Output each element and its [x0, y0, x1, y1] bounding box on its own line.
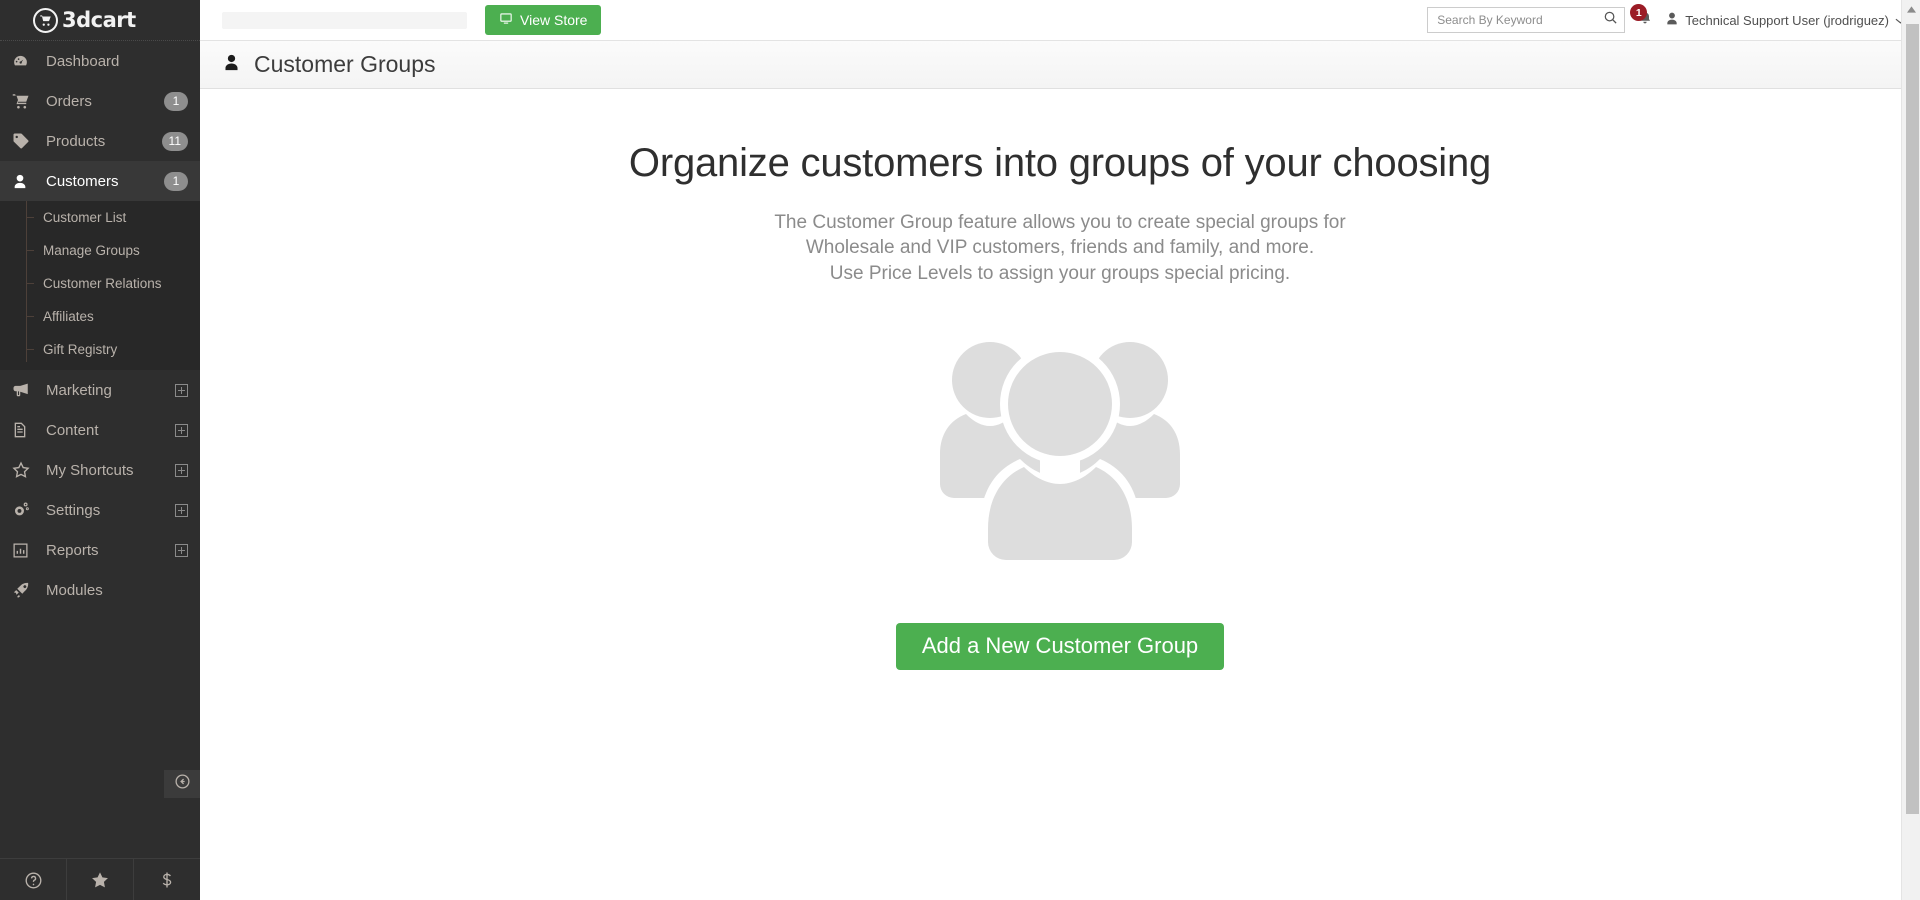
sidebar-badge-orders: 1 [164, 91, 188, 111]
bar-chart-icon [12, 542, 38, 559]
sidebar-item-label: Products [46, 132, 106, 150]
shopping-cart-icon [33, 7, 58, 33]
expand-plus-icon[interactable] [175, 503, 188, 517]
sidebar-subitem-label: Gift Registry [43, 342, 118, 357]
sidebar-badge-customers: 1 [164, 171, 188, 191]
cart-icon [12, 92, 38, 110]
hero-heading: Organize customers into groups of your c… [628, 141, 1492, 185]
help-circle-icon[interactable] [0, 859, 67, 900]
view-store-button[interactable]: View Store [485, 5, 602, 35]
sidebar-item-label: My Shortcuts [46, 461, 134, 479]
tag-icon [12, 132, 38, 150]
star-icon [12, 461, 38, 479]
search-icon[interactable] [1603, 10, 1618, 30]
sidebar-subitem-affiliates[interactable]: Affiliates [0, 300, 200, 333]
sidebar-item-customers[interactable]: Customers 1 [0, 161, 200, 201]
expand-plus-icon[interactable] [175, 463, 188, 477]
sidebar-footer [0, 858, 200, 900]
hero-description: The Customer Group feature allows you to… [774, 210, 1345, 286]
sidebar: 3dcart Dashboard Orders 1 Products 11 Cu… [0, 0, 200, 900]
brand-logo[interactable]: 3dcart [0, 0, 200, 41]
expand-plus-icon[interactable] [175, 543, 188, 557]
page-title-bar: Customer Groups [200, 41, 1920, 89]
hero-description-line-3: Use Price Levels to assign your groups s… [829, 262, 1291, 284]
sidebar-item-label: Reports [46, 541, 99, 559]
user-avatar-icon [1665, 11, 1679, 29]
hero-description-line-2: Wholesale and VIP customers, friends and… [805, 237, 1315, 259]
dollar-icon[interactable] [134, 859, 200, 900]
sidebar-badge-products: 11 [161, 131, 188, 151]
sidebar-subitem-manage-groups[interactable]: Manage Groups [0, 234, 200, 267]
user-name-label: Technical Support User (jrodriguez) [1685, 12, 1889, 28]
sidebar-item-products[interactable]: Products 11 [0, 121, 200, 161]
hero-description-line-1: The Customer Group feature allows you to… [774, 212, 1346, 233]
sidebar-item-orders[interactable]: Orders 1 [0, 81, 200, 121]
sidebar-subitem-customer-relations[interactable]: Customer Relations [0, 267, 200, 300]
scrollbar-thumb[interactable] [1906, 24, 1919, 814]
sidebar-item-my-shortcuts[interactable]: My Shortcuts [0, 450, 200, 490]
top-bar-right: 1 Technical Support User (jrodriguez) [1427, 4, 1906, 33]
rocket-icon [12, 581, 38, 599]
circle-arrow-left-icon [174, 773, 191, 795]
page-scrollbar[interactable] [1901, 0, 1920, 900]
user-icon [222, 52, 241, 78]
dashboard-icon [12, 53, 38, 70]
gears-icon [12, 501, 38, 519]
user-menu[interactable]: Technical Support User (jrodriguez) [1665, 11, 1906, 29]
top-bar: View Store 1 Technical Support User (jro [200, 0, 1920, 41]
main-region: View Store 1 Technical Support User (jro [200, 0, 1920, 900]
loading-placeholder-bar [222, 11, 467, 29]
sidebar-item-label: Modules [46, 581, 103, 599]
star-icon[interactable] [67, 859, 134, 900]
content-area: Organize customers into groups of your c… [200, 89, 1920, 900]
search-box[interactable] [1427, 7, 1626, 33]
add-new-customer-group-button[interactable]: Add a New Customer Group [895, 622, 1225, 670]
sidebar-subitem-label: Customer Relations [43, 276, 162, 291]
sidebar-item-label: Customers [46, 172, 119, 190]
sidebar-item-label: Dashboard [46, 52, 120, 70]
sidebar-item-settings[interactable]: Settings [0, 490, 200, 530]
sidebar-item-modules[interactable]: Modules [0, 570, 200, 610]
sidebar-item-content[interactable]: Content [0, 410, 200, 450]
user-icon [12, 173, 38, 190]
sidebar-item-dashboard[interactable]: Dashboard [0, 41, 200, 81]
expand-plus-icon[interactable] [175, 383, 188, 397]
sidebar-item-reports[interactable]: Reports [0, 530, 200, 570]
monitor-icon [499, 12, 513, 28]
sidebar-subitem-gift-registry[interactable]: Gift Registry [0, 333, 200, 366]
sidebar-item-label: Marketing [46, 381, 112, 399]
sidebar-subitem-label: Customer List [43, 210, 127, 225]
scrollbar-up-arrow[interactable] [1902, 0, 1920, 19]
expand-plus-icon[interactable] [175, 423, 188, 437]
brand-name: 3dcart [62, 8, 136, 32]
sidebar-item-label: Content [46, 421, 99, 439]
notifications-button[interactable]: 1 [1630, 4, 1655, 33]
sidebar-nav: Dashboard Orders 1 Products 11 Customers… [0, 41, 200, 610]
sidebar-collapse-button[interactable] [164, 770, 200, 798]
sidebar-item-label: Orders [46, 92, 92, 110]
sidebar-submenu-customers: Customer List Manage Groups Customer Rel… [0, 201, 200, 370]
sidebar-item-label: Settings [46, 501, 101, 519]
sidebar-subitem-label: Manage Groups [43, 243, 140, 258]
sidebar-subitem-customer-list[interactable]: Customer List [0, 201, 200, 234]
document-icon [12, 421, 38, 439]
users-group-icon [938, 332, 1182, 567]
view-store-label: View Store [520, 12, 588, 28]
page-title: Customer Groups [254, 51, 436, 77]
search-input[interactable] [1437, 13, 1604, 27]
sidebar-item-marketing[interactable]: Marketing [0, 370, 200, 410]
megaphone-icon [12, 381, 38, 399]
sidebar-subitem-label: Affiliates [43, 309, 94, 324]
